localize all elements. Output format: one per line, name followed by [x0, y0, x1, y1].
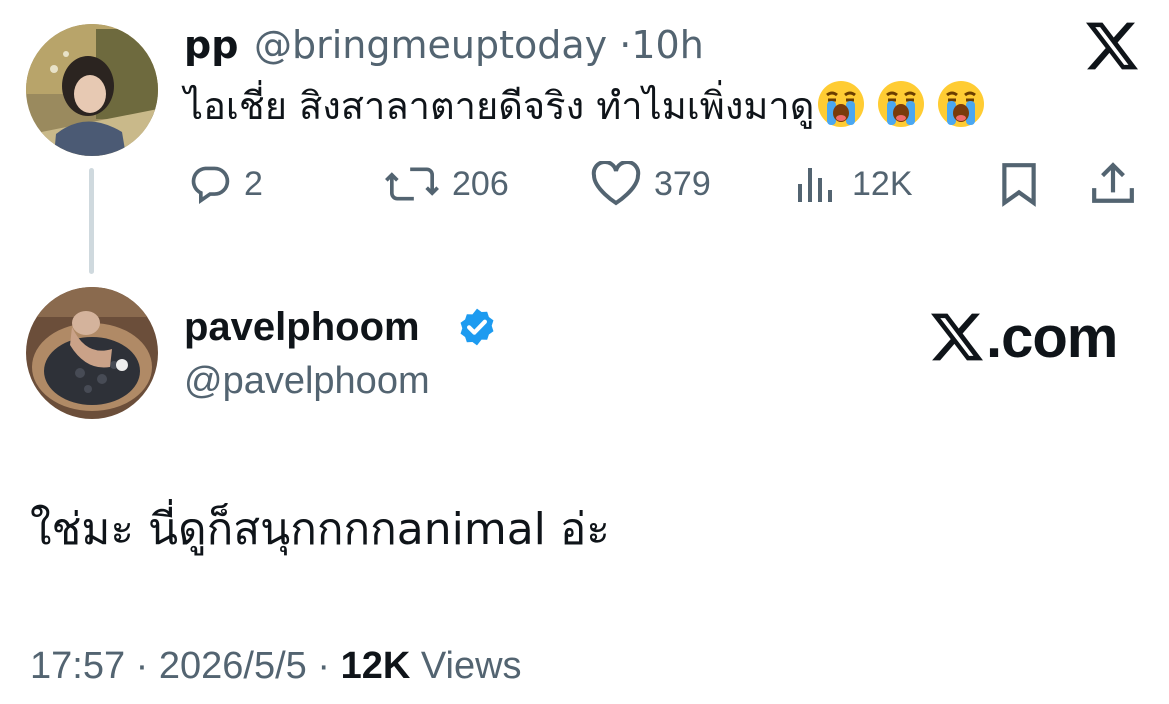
x-logo-icon: [931, 313, 983, 361]
bookmark-icon: [1002, 163, 1036, 207]
avatar-bringmeuptoday[interactable]: [26, 24, 158, 156]
x-com-branding: .com: [930, 304, 1118, 370]
tweet-meta: 17:57 · 2026/5/5 · 12K Views: [30, 640, 522, 692]
author-handle[interactable]: @pavelphoom: [184, 357, 430, 405]
views-count: 12K: [852, 164, 913, 203]
share-button[interactable]: [1090, 158, 1136, 210]
author-display-name[interactable]: pavelphoom: [184, 303, 420, 351]
loudly-crying-face-icon: [816, 79, 866, 129]
meta-dot: ·: [317, 645, 331, 687]
heart-icon: [591, 161, 641, 206]
tweet-views-count: 12K: [340, 645, 411, 687]
reply-timestamp[interactable]: 10h: [631, 23, 703, 67]
reply-author-meta: @bringmeuptoday ·10h: [254, 22, 704, 68]
reply-count: 2: [244, 164, 263, 203]
loudly-crying-face-icon: [936, 79, 986, 129]
analytics-icon: [798, 168, 832, 202]
meta-dot: ·: [135, 645, 149, 687]
avatar-pavelphoom[interactable]: [26, 287, 158, 419]
thread-connector-line: [89, 168, 94, 274]
reply-tweet-text: ไอเชี่ย สิงสาลาตายดีจริง ทำไมเพิ่งมาดู: [184, 78, 986, 134]
main-tweet-text: ใช่มะ นี่ดูก็สนุกกกกanimal อ่ะ: [30, 504, 610, 555]
reply-author-handle[interactable]: @bringmeuptoday: [254, 23, 607, 67]
reply-author-name[interactable]: pp: [184, 22, 238, 68]
reply-icon: [191, 166, 230, 205]
like-button[interactable]: 379: [590, 158, 711, 210]
tweet-views-label: Views: [420, 645, 522, 687]
tweet-date[interactable]: 2026/5/5: [159, 645, 307, 687]
tweet-time[interactable]: 17:57: [30, 645, 125, 687]
x-com-label: .com: [986, 304, 1118, 370]
reply-button[interactable]: 2: [188, 158, 263, 210]
x-logo-icon: [1086, 20, 1138, 72]
bookmark-button[interactable]: [998, 158, 1040, 210]
repost-button[interactable]: 206: [384, 158, 509, 210]
repost-count: 206: [452, 164, 509, 203]
verified-badge-icon: [456, 306, 498, 348]
loudly-crying-face-icon: [876, 79, 926, 129]
reply-text-body: ไอเชี่ย สิงสาลาตายดีจริง ทำไมเพิ่งมาดู: [184, 84, 815, 128]
meta-separator: ·: [619, 23, 632, 67]
views-button[interactable]: 12K: [796, 158, 913, 210]
repost-icon: [385, 167, 439, 201]
like-count: 379: [654, 164, 711, 203]
share-icon: [1092, 162, 1134, 203]
